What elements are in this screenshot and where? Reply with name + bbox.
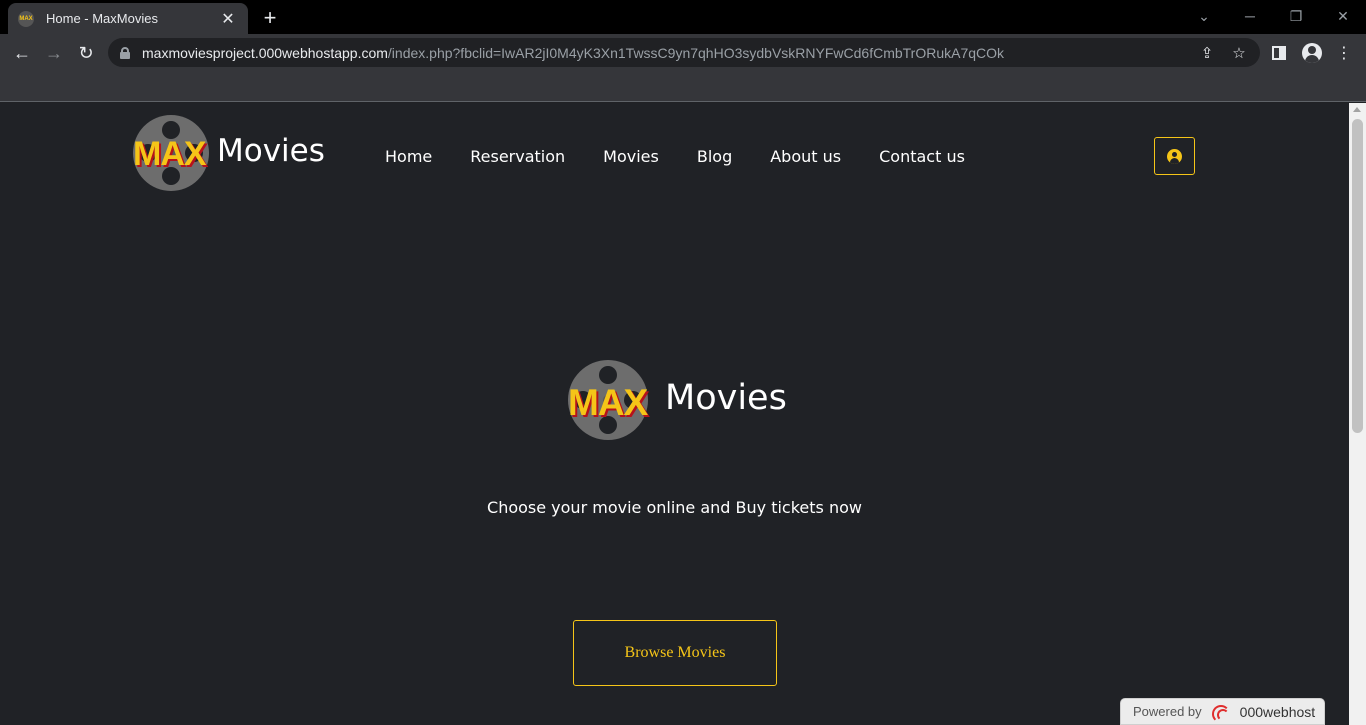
minimize-icon[interactable]: ─: [1227, 0, 1273, 32]
logo-max-text: MAX: [133, 135, 207, 173]
user-account-button[interactable]: [1154, 137, 1195, 175]
powered-by-label: Powered by: [1133, 704, 1202, 719]
tab-title: Home - MaxMovies: [46, 11, 158, 26]
url-host: maxmoviesproject.000webhostapp.com: [142, 44, 388, 61]
url-path: /index.php?fbclid=IwAR2jI0M4yK3Xn1TwssC9…: [387, 44, 1005, 61]
kebab-menu-icon[interactable]: ⋮: [1330, 39, 1358, 67]
nav-contact-us[interactable]: Contact us: [879, 147, 965, 166]
restore-icon[interactable]: ❐: [1273, 0, 1319, 32]
share-icon[interactable]: ⇪: [1198, 44, 1216, 62]
browser-toolbar: ← → ↻ maxmoviesproject.000webhostapp.com…: [0, 34, 1366, 71]
nav-blog[interactable]: Blog: [697, 147, 732, 166]
browser-titlebar: MAX Home - MaxMovies ✕ + ⌄ ─ ❐ ✕: [0, 0, 1366, 34]
tab-close-icon[interactable]: ✕: [218, 9, 238, 29]
hero-logo-max-text: MAX: [568, 382, 648, 423]
tab-search-chevron-icon[interactable]: ⌄: [1181, 0, 1227, 32]
nav-movies[interactable]: Movies: [603, 147, 659, 166]
webhost-logo-icon: [1211, 703, 1234, 723]
powered-by-badge[interactable]: Powered by 000webhost: [1120, 698, 1325, 725]
back-arrow-icon[interactable]: ←: [8, 39, 36, 67]
hero-logo: MAX Movies: [568, 360, 787, 440]
nav-home[interactable]: Home: [385, 147, 432, 166]
main-nav: Home Reservation Movies Blog About us Co…: [385, 147, 965, 166]
hero-tagline: Choose your movie online and Buy tickets…: [487, 498, 862, 517]
bookmark-star-icon[interactable]: ☆: [1230, 44, 1248, 62]
address-bar[interactable]: maxmoviesproject.000webhostapp.com/index…: [108, 38, 1260, 67]
nav-about-us[interactable]: About us: [770, 147, 841, 166]
close-window-icon[interactable]: ✕: [1320, 0, 1366, 32]
hero-logo-movies-text: Movies: [665, 378, 787, 418]
page-scrollbar[interactable]: [1349, 103, 1366, 725]
powered-by-brand: 000webhost: [1239, 703, 1316, 720]
lock-icon: [120, 46, 130, 59]
browse-movies-button[interactable]: Browse Movies: [573, 620, 777, 686]
header-logo[interactable]: MAX Movies: [133, 115, 325, 191]
user-circle-icon: [1167, 148, 1182, 164]
scroll-thumb[interactable]: [1352, 119, 1363, 433]
profile-avatar-icon[interactable]: [1298, 39, 1326, 67]
nav-reservation[interactable]: Reservation: [470, 147, 565, 166]
page-content: MAX Movies Home Reservation Movies Blog …: [0, 103, 1349, 725]
logo-movies-text: Movies: [217, 133, 325, 169]
forward-arrow-icon[interactable]: →: [40, 39, 68, 67]
side-panel-icon[interactable]: [1265, 39, 1293, 67]
address-url[interactable]: maxmoviesproject.000webhostapp.com/index…: [142, 45, 1004, 61]
scroll-up-arrow-icon[interactable]: [1353, 107, 1361, 112]
tab-favicon-icon: MAX: [18, 10, 34, 27]
reload-icon[interactable]: ↻: [72, 39, 100, 67]
browser-tab[interactable]: MAX Home - MaxMovies ✕: [8, 3, 248, 34]
bookmarks-bar: [0, 71, 1366, 102]
new-tab-plus-icon[interactable]: +: [258, 6, 282, 30]
